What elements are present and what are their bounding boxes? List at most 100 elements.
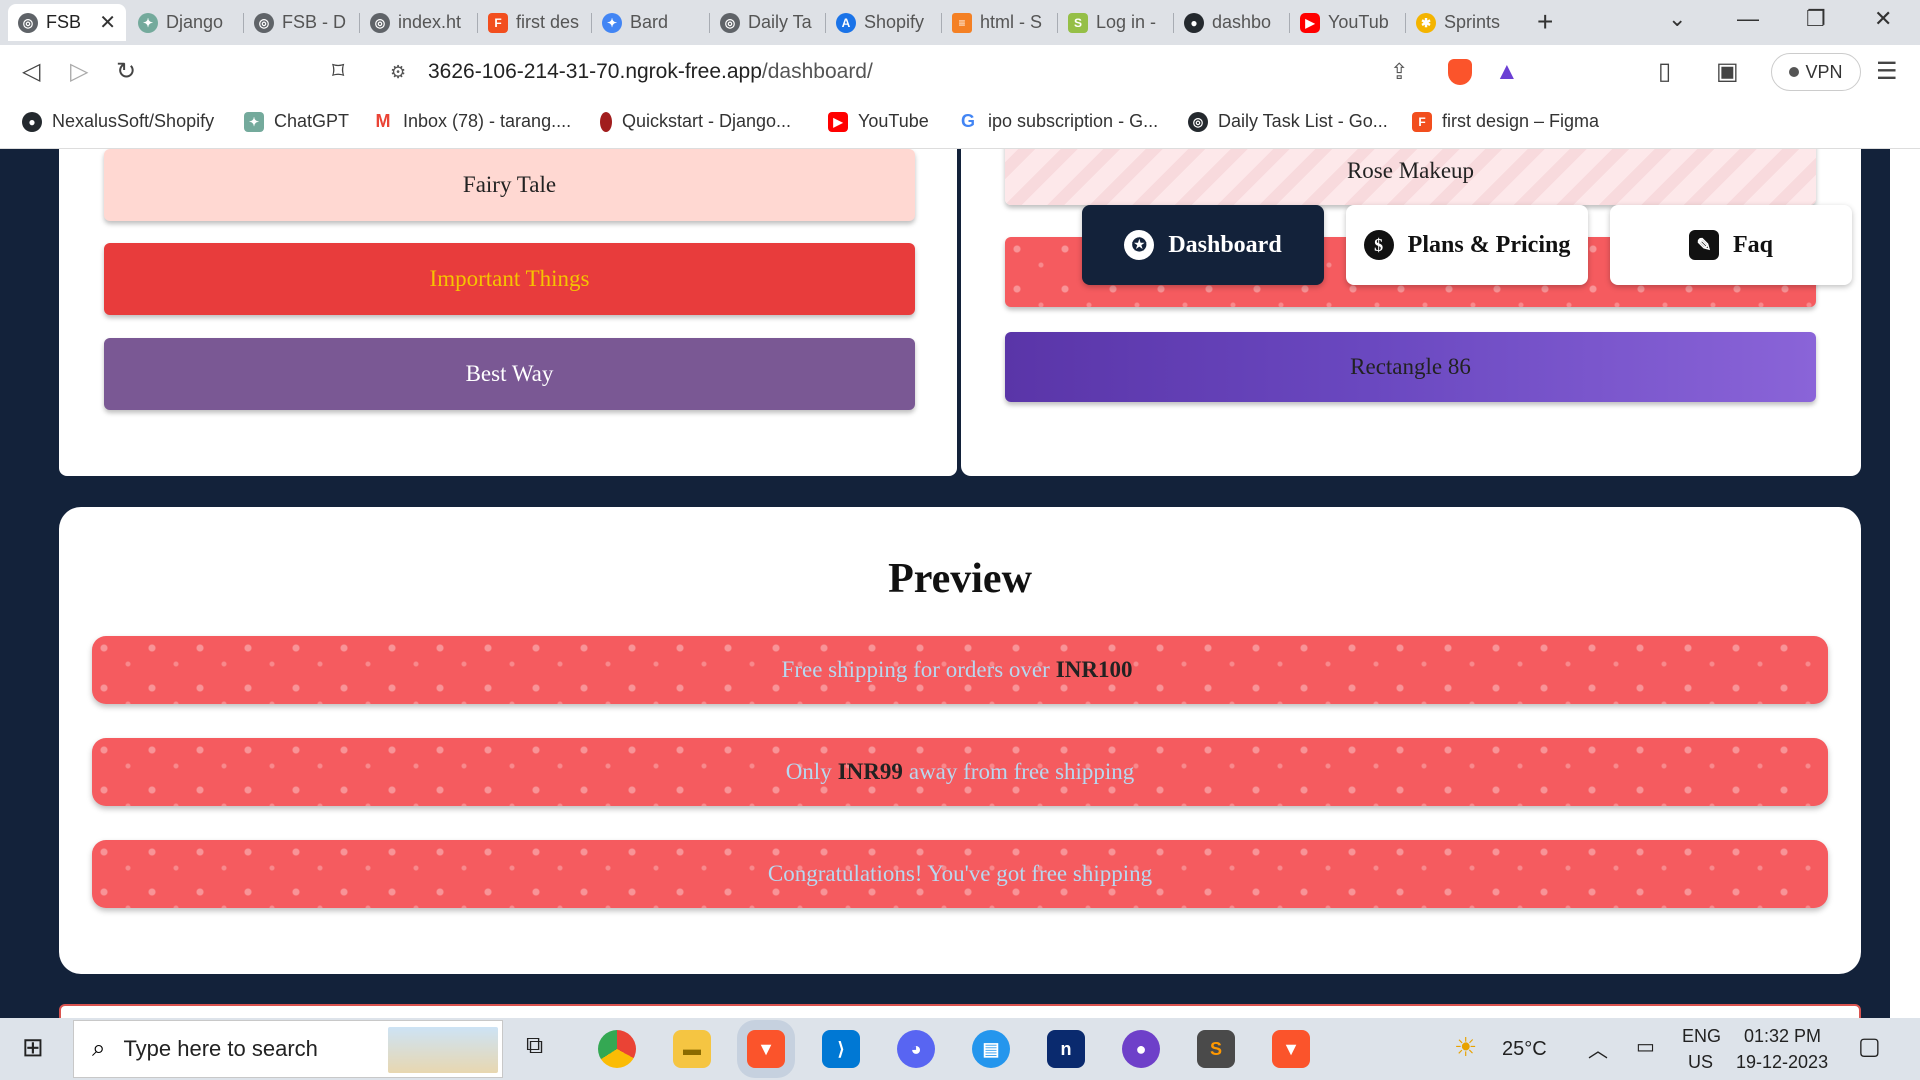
globe-icon: ◎ bbox=[18, 12, 38, 33]
restore-icon[interactable]: ❐ bbox=[1806, 6, 1826, 32]
dollar-icon: $ bbox=[1363, 230, 1394, 260]
discord-icon[interactable]: ◕ bbox=[897, 1030, 935, 1068]
file-explorer-icon[interactable]: ▬ bbox=[673, 1030, 711, 1068]
nav-faq-button[interactable]: ✎ Faq bbox=[1610, 205, 1852, 285]
chrome-icon[interactable] bbox=[598, 1030, 636, 1068]
globe-icon: ◎ bbox=[370, 12, 390, 33]
tab-bard[interactable]: ✦ Bard bbox=[592, 4, 710, 41]
sidebar-icon[interactable]: ▯ bbox=[1658, 57, 1671, 86]
new-tab-icon[interactable]: + bbox=[1537, 6, 1553, 38]
tab-dashboard[interactable]: ● dashbo bbox=[1174, 4, 1290, 41]
style-option-rectangle-86[interactable]: Rectangle 86 bbox=[1005, 332, 1816, 402]
language-code[interactable]: ENG bbox=[1682, 1026, 1721, 1047]
address-bar[interactable]: ⚙ 3626-106-214-31-70.ngrok-free.app/dash… bbox=[380, 51, 1536, 93]
bookmark-gmail[interactable]: M Inbox (78) - tarang.... bbox=[373, 111, 571, 132]
tab-sprints[interactable]: ✱ Sprints bbox=[1406, 4, 1524, 41]
tab-youtube[interactable]: ▶ YouTub bbox=[1290, 4, 1406, 41]
wallet-icon[interactable]: ▣ bbox=[1716, 57, 1739, 86]
bookmark-label: Quickstart - Django... bbox=[622, 111, 792, 131]
nav-faq-label: Faq bbox=[1732, 231, 1773, 258]
notion-icon[interactable]: n bbox=[1047, 1030, 1085, 1068]
vpn-label: VPN bbox=[1805, 61, 1843, 82]
notifications-icon[interactable]: ▢ bbox=[1858, 1032, 1881, 1061]
taskbar-search[interactable]: ⌕ Type here to search bbox=[73, 1020, 503, 1078]
bookmark-figma[interactable]: F first design – Figma bbox=[1412, 111, 1599, 132]
bookmark-chatgpt[interactable]: ✦ ChatGPT bbox=[244, 111, 349, 132]
vpn-button[interactable]: VPN bbox=[1771, 53, 1861, 91]
tab-label: FSB - D bbox=[282, 12, 347, 32]
weather-icon[interactable]: ☀ bbox=[1454, 1032, 1477, 1063]
sublime-icon[interactable]: S bbox=[1197, 1030, 1235, 1068]
weather-temp[interactable]: 25°C bbox=[1502, 1038, 1547, 1061]
brave-second-icon[interactable]: ▼ bbox=[1272, 1030, 1310, 1068]
award-icon: ✪ bbox=[1124, 230, 1155, 260]
minimize-icon[interactable]: — bbox=[1737, 6, 1759, 32]
brave-shields-icon[interactable] bbox=[1448, 59, 1472, 85]
close-window-icon[interactable]: ✕ bbox=[1874, 6, 1892, 32]
clock-time[interactable]: 01:32 PM bbox=[1744, 1026, 1821, 1047]
menu-icon[interactable]: ☰ bbox=[1876, 57, 1898, 86]
stackoverflow-icon: ≡ bbox=[952, 12, 972, 33]
next-section-edge bbox=[59, 1004, 1861, 1018]
bookmark-daily-task[interactable]: ◎ Daily Task List - Go... bbox=[1188, 111, 1388, 132]
back-icon[interactable]: ◁ bbox=[22, 57, 40, 86]
tab-fsb[interactable]: ◎ FSB ✕ bbox=[8, 4, 126, 41]
style-option-best-way[interactable]: Best Way bbox=[104, 338, 915, 410]
preview-title: Preview bbox=[888, 556, 1032, 602]
style-option-fairy-tale[interactable]: Fairy Tale bbox=[104, 149, 915, 221]
tab-index[interactable]: ◎ index.ht bbox=[360, 4, 478, 41]
search-icon: ⌕ bbox=[92, 1035, 106, 1062]
close-tab-icon[interactable]: ✕ bbox=[99, 10, 116, 35]
style-option-important-things[interactable]: Important Things bbox=[104, 243, 915, 315]
task-view-icon[interactable]: ⧉ bbox=[526, 1032, 543, 1060]
bookmark-label: NexalusSoft/Shopify bbox=[52, 111, 215, 131]
tab-shopify[interactable]: A Shopify bbox=[826, 4, 942, 41]
bookmark-icon[interactable]: ⌑ bbox=[332, 57, 344, 86]
language-region[interactable]: US bbox=[1688, 1052, 1713, 1073]
preview-bar-remaining-amount: Only INR99 away from free shipping bbox=[92, 738, 1828, 806]
django-icon bbox=[600, 111, 612, 132]
share-icon[interactable]: ⇪ bbox=[1390, 59, 1408, 85]
site-settings-icon[interactable]: ⚙ bbox=[390, 62, 406, 83]
github-desktop-icon[interactable]: ● bbox=[1122, 1030, 1160, 1068]
bard-icon: ✦ bbox=[602, 12, 622, 33]
forward-icon[interactable]: ▷ bbox=[70, 57, 88, 86]
tab-html[interactable]: ≡ html - S bbox=[942, 4, 1058, 41]
youtube-icon: ▶ bbox=[828, 111, 848, 132]
youtube-icon: ▶ bbox=[1300, 12, 1320, 33]
bookmarks-bar: ● NexalusSoft/Shopify ✦ ChatGPT M Inbox … bbox=[0, 99, 1920, 149]
reload-icon[interactable]: ↻ bbox=[116, 57, 136, 86]
scrollbar[interactable] bbox=[1890, 149, 1920, 1018]
bookmark-label: ipo subscription - G... bbox=[988, 111, 1159, 131]
brave-rewards-icon[interactable]: ▲ bbox=[1495, 58, 1519, 86]
tab-label: first des bbox=[516, 12, 580, 32]
globe-icon: ◎ bbox=[254, 12, 274, 33]
brave-icon[interactable]: ▼ bbox=[747, 1030, 785, 1068]
tab-fsb-d[interactable]: ◎ FSB - D bbox=[244, 4, 360, 41]
globe-icon: ◎ bbox=[720, 12, 740, 33]
style-option-rose-makeup[interactable]: Rose Makeup bbox=[1005, 149, 1816, 205]
bookmark-github[interactable]: ● NexalusSoft/Shopify bbox=[22, 111, 214, 132]
clock-date[interactable]: 19-12-2023 bbox=[1736, 1052, 1828, 1073]
tab-label: Shopify bbox=[864, 12, 925, 32]
tab-log-in[interactable]: S Log in - bbox=[1058, 4, 1174, 41]
tray-chevron-icon[interactable]: ︿ bbox=[1588, 1034, 1608, 1063]
shopify-icon: A bbox=[836, 12, 856, 33]
tab-django[interactable]: ✦ Django bbox=[128, 4, 244, 41]
nav-dashboard-button[interactable]: ✪ Dashboard bbox=[1082, 205, 1324, 285]
tab-label: html - S bbox=[980, 12, 1043, 32]
tab-search-chevron-icon[interactable]: ⌄ bbox=[1668, 6, 1686, 32]
shopify-bag-icon: S bbox=[1068, 12, 1088, 33]
bookmark-ipo[interactable]: G ipo subscription - G... bbox=[958, 111, 1158, 132]
figma-icon: F bbox=[488, 12, 508, 33]
battery-icon[interactable]: ▭ bbox=[1636, 1034, 1655, 1059]
tab-daily-task[interactable]: ◎ Daily Ta bbox=[710, 4, 826, 41]
bookmark-label: YouTube bbox=[858, 111, 929, 131]
tab-first-design[interactable]: F first des bbox=[478, 4, 592, 41]
windows-start-icon[interactable]: ⊞ bbox=[22, 1032, 44, 1063]
bookmark-django[interactable]: Quickstart - Django... bbox=[600, 111, 791, 132]
nav-plans-pricing-button[interactable]: $ Plans & Pricing bbox=[1346, 205, 1588, 285]
docker-icon[interactable]: ▤ bbox=[972, 1030, 1010, 1068]
vscode-icon[interactable]: ⟩ bbox=[822, 1030, 860, 1068]
bookmark-youtube[interactable]: ▶ YouTube bbox=[828, 111, 929, 132]
